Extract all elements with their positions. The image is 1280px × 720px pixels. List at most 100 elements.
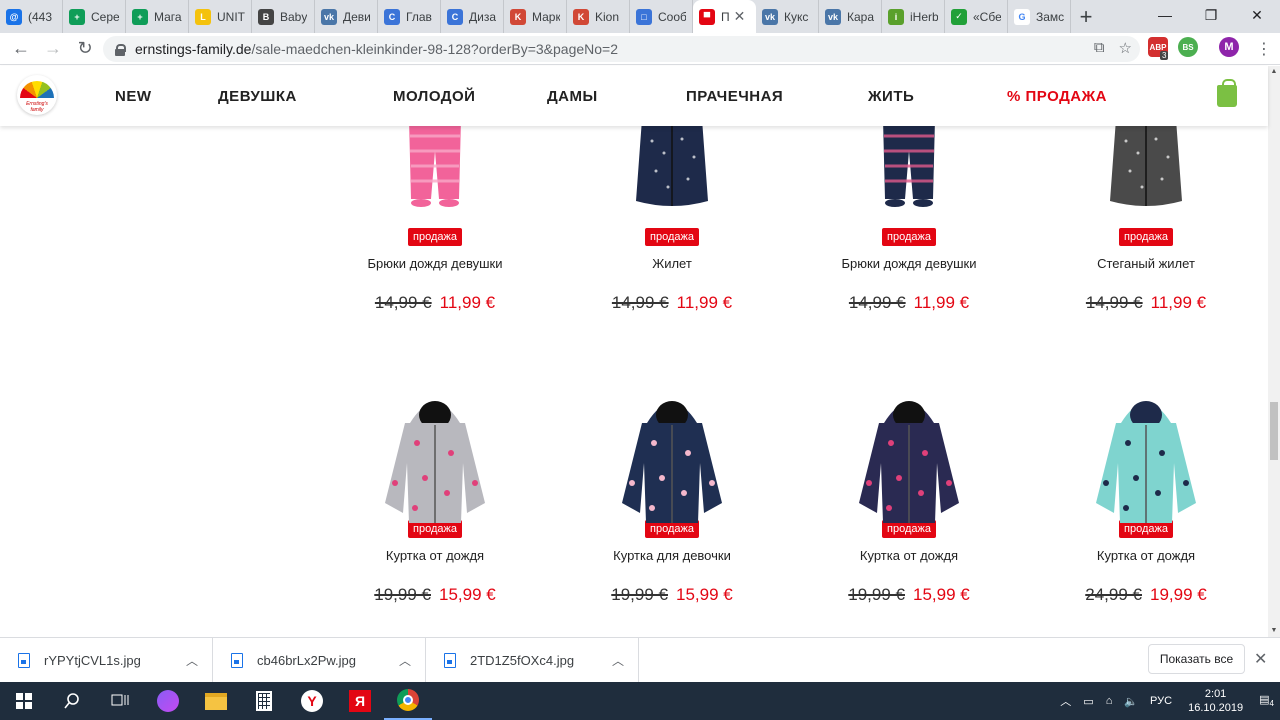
battery-icon[interactable]: ▭ — [1083, 695, 1093, 708]
start-windows-icon[interactable] — [0, 682, 48, 720]
browser-tab[interactable]: L UNIT — [189, 0, 252, 33]
old-price: 24,99 € — [1085, 585, 1142, 604]
browser-tab[interactable]: □ Сооб — [630, 0, 693, 33]
browser-tab[interactable]: vk Деви — [315, 0, 378, 33]
nav-young[interactable]: МОЛОДОЙ — [393, 88, 475, 105]
network-icon[interactable]: ⌂ — [1106, 695, 1113, 707]
product-name[interactable]: Куртка от дождя — [1046, 548, 1246, 563]
browser-tab[interactable]: B Baby — [252, 0, 315, 33]
close-tab-icon[interactable]: ✕ — [734, 8, 746, 25]
site-logo[interactable]: Ernsting's family — [17, 75, 57, 115]
browser-tab[interactable]: C Глав — [378, 0, 441, 33]
nav-ladies[interactable]: ДАМЫ — [547, 88, 598, 105]
maximize-icon[interactable]: ❐ — [1188, 0, 1234, 30]
browser-tab[interactable]: G Замс — [1008, 0, 1071, 33]
product-name[interactable]: Жилет — [572, 256, 772, 271]
address-bar[interactable]: ernstings-family.de/sale-maedchen-kleink… — [103, 36, 1140, 62]
yandex-icon[interactable]: Я — [336, 682, 384, 720]
browser-tab[interactable]: vk Кукс — [756, 0, 819, 33]
product-image[interactable] — [1046, 126, 1246, 251]
browser-tab[interactable]: K Kion — [567, 0, 630, 33]
download-item[interactable]: cb46brLx2Pw.jpg ︿ — [213, 637, 426, 683]
clock[interactable]: 2:01 16.10.2019 — [1188, 687, 1243, 715]
scroll-up-icon[interactable]: ▲ — [1268, 66, 1280, 78]
product-image[interactable] — [1046, 383, 1246, 543]
product-image[interactable] — [335, 126, 535, 251]
menu-kebab-icon[interactable]: ⋮ — [1256, 39, 1272, 59]
download-item[interactable]: rYPYtjCVL1s.jpg ︿ — [0, 637, 213, 683]
show-all-downloads-button[interactable]: Показать все — [1148, 644, 1245, 674]
browser-tab[interactable]: K Марк — [504, 0, 567, 33]
nav-sale[interactable]: % ПРОДАЖА — [1007, 88, 1107, 105]
product-name[interactable]: Куртка для девочки — [572, 548, 772, 563]
forward-icon[interactable]: → — [38, 34, 68, 64]
scroll-down-icon[interactable]: ▼ — [1268, 625, 1280, 637]
product-card[interactable]: продажа Стеганый жилет 14,99 €11,99 € — [1046, 126, 1246, 313]
nav-new[interactable]: NEW — [115, 88, 152, 105]
bookmark-star-icon[interactable]: ☆ — [1119, 39, 1132, 57]
tab-favicon-icon: + — [132, 8, 148, 25]
minimize-icon[interactable]: — — [1142, 0, 1188, 30]
task-view-icon[interactable] — [96, 682, 144, 720]
scrollbar-thumb[interactable] — [1270, 402, 1278, 460]
input-language[interactable]: РУС — [1150, 695, 1172, 707]
browser-tab[interactable]: vk Кара — [819, 0, 882, 33]
notification-icon[interactable]: ▤4 — [1259, 693, 1274, 708]
close-window-icon[interactable]: ✕ — [1234, 0, 1280, 30]
product-card[interactable]: продажа Куртка от дождя 19,99 €15,99 € — [809, 383, 1009, 605]
browser-tab[interactable]: @ (443 — [0, 0, 63, 33]
product-name[interactable]: Брюки дождя девушки — [809, 256, 1009, 271]
product-card[interactable]: продажа Куртка от дождя 19,99 €15,99 € — [335, 383, 535, 605]
nav-girls[interactable]: ДЕВУШКА — [218, 88, 297, 105]
product-card[interactable]: продажа Жилет 14,99 €11,99 € — [572, 126, 772, 313]
chevron-up-icon[interactable]: ︿ — [399, 652, 411, 669]
translate-icon[interactable]: ⧉ — [1094, 39, 1105, 57]
file-explorer-icon[interactable] — [192, 682, 240, 720]
close-downloads-icon[interactable]: ✕ — [1254, 649, 1267, 669]
product-name[interactable]: Куртка от дождя — [335, 548, 535, 563]
product-image[interactable] — [572, 383, 772, 543]
download-filename: rYPYtjCVL1s.jpg — [44, 652, 141, 668]
volume-icon[interactable]: 🔈 — [1124, 695, 1138, 708]
tab-favicon-icon: K — [573, 8, 589, 25]
browser-tab[interactable]: ▀ П ✕ — [693, 0, 756, 33]
product-prices: 19,99 € 15,99 € — [335, 585, 535, 605]
browser-tab[interactable]: ✓ «Сбе — [945, 0, 1008, 33]
product-name[interactable]: Куртка от дождя — [809, 548, 1009, 563]
reload-icon[interactable]: ↻ — [70, 34, 100, 64]
product-name[interactable]: Брюки дождя девушки — [335, 256, 535, 271]
back-icon[interactable]: ← — [6, 34, 36, 64]
product-card[interactable]: продажа Куртка для девочки 19,99 €15,99 … — [572, 383, 772, 605]
product-card[interactable]: продажа Куртка от дождя 24,99 €19,99 € — [1046, 383, 1246, 605]
alice-assistant-icon[interactable] — [144, 682, 192, 720]
calculator-icon[interactable] — [240, 682, 288, 720]
nav-living[interactable]: ЖИТЬ — [868, 88, 914, 105]
browser-tab[interactable]: + Мага — [126, 0, 189, 33]
page-scrollbar[interactable]: ▲ ▼ — [1268, 66, 1280, 637]
profile-avatar[interactable]: M — [1219, 37, 1239, 57]
chevron-up-icon[interactable]: ︿ — [186, 652, 198, 669]
product-card[interactable]: продажа Брюки дождя девушки 14,99 €11,99… — [809, 126, 1009, 313]
browser-tab[interactable]: i iHerb — [882, 0, 945, 33]
shopping-bag-icon[interactable] — [1217, 79, 1237, 107]
product-image[interactable] — [809, 383, 1009, 543]
download-item[interactable]: 2TD1Z5fOXc4.jpg ︿ — [426, 637, 639, 683]
new-tab-button[interactable]: + — [1071, 0, 1101, 33]
product-name[interactable]: Стеганый жилет — [1046, 256, 1246, 271]
tab-title: Мага — [154, 9, 182, 24]
product-image[interactable] — [572, 126, 772, 251]
product-card[interactable]: продажа Брюки дождя девушки 14,99 €11,99… — [335, 126, 535, 313]
tray-chevron-up-icon[interactable]: ︿ — [1060, 693, 1071, 709]
search-icon[interactable] — [48, 682, 96, 720]
product-image[interactable] — [809, 126, 1009, 251]
chrome-icon[interactable] — [384, 682, 432, 720]
browser-tab[interactable]: C Диза — [441, 0, 504, 33]
bs-extension-icon[interactable]: BS — [1178, 37, 1198, 57]
tab-favicon-icon: + — [69, 8, 85, 25]
nav-laundry[interactable]: ПРАЧЕЧНАЯ — [686, 88, 783, 105]
chevron-up-icon[interactable]: ︿ — [612, 652, 624, 669]
browser-tab[interactable]: + Сере — [63, 0, 126, 33]
product-image[interactable] — [335, 383, 535, 543]
adblock-count-badge: 3 — [1160, 51, 1169, 60]
yandex-browser-icon[interactable]: Y — [288, 682, 336, 720]
